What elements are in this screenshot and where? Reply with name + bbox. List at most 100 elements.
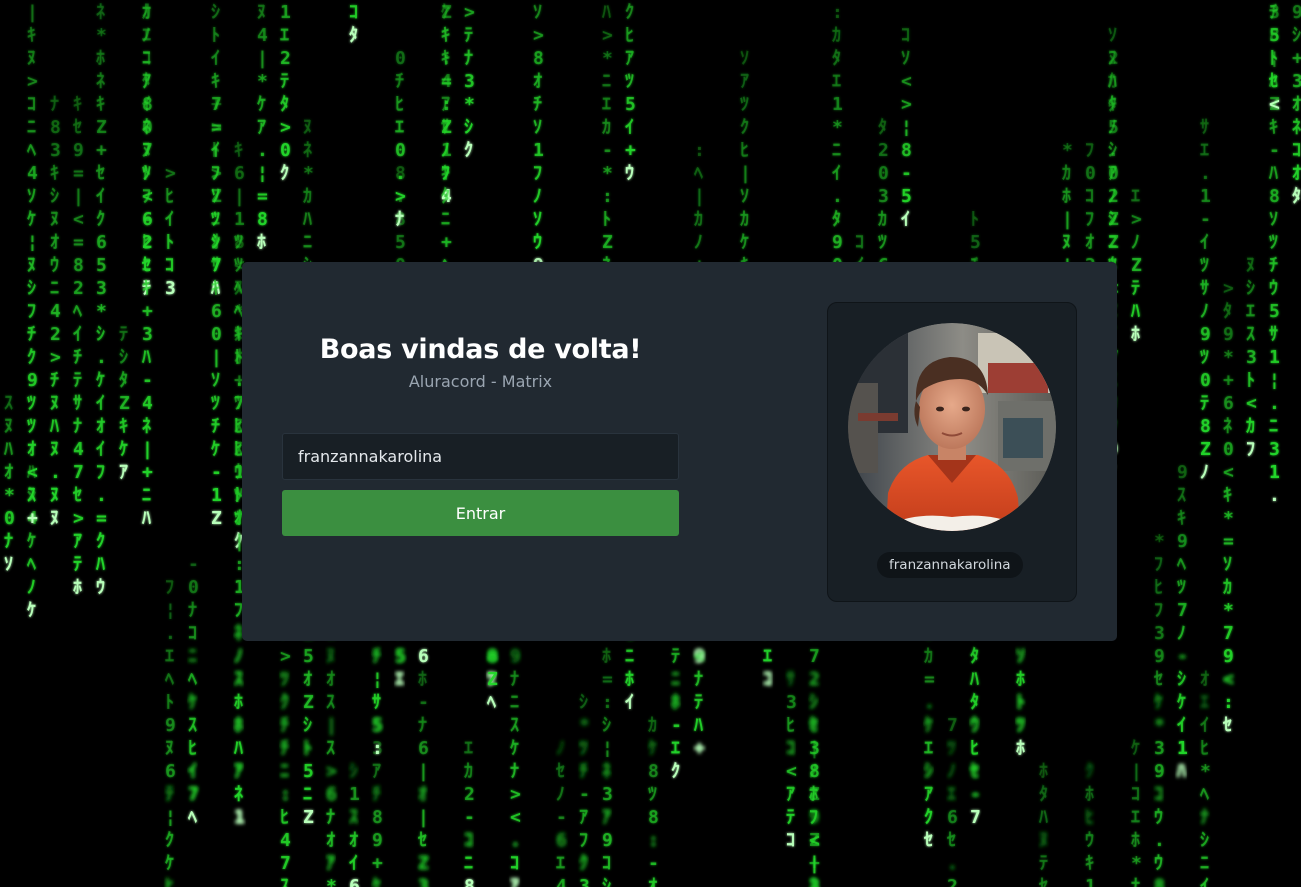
svg-text:ﾊ: ﾊ [95,554,105,575]
svg-text:ﾀ: ﾀ [832,48,841,69]
svg-text:7: 7 [73,462,84,483]
svg-text:ﾃ: ﾃ [165,784,174,805]
svg-text:ﾀ: ﾀ [1108,94,1117,115]
svg-text:ｺ: ｺ [786,830,795,851]
svg-text:ﾋ: ﾋ [165,186,174,207]
svg-text:ｳ: ｳ [625,163,634,184]
svg-text:ｵ: ｵ [1292,94,1301,115]
svg-text:1: 1 [211,485,222,506]
svg-text:-: - [142,370,153,391]
svg-text:3: 3 [1246,347,1257,368]
svg-text:8: 8 [648,807,659,828]
svg-text:ﾍ: ﾍ [486,692,496,713]
svg-text:ﾁ: ﾁ [73,347,82,368]
svg-text:ｻ: ｻ [786,669,795,690]
svg-text:0: 0 [1223,439,1234,460]
svg-text:ﾁ: ﾁ [280,715,289,736]
svg-text:ｸ: ｸ [464,140,473,161]
svg-text:ﾂ: ﾂ [1200,255,1209,276]
svg-text:*: * [1223,347,1234,368]
svg-text:ﾃ: ﾃ [119,324,128,345]
svg-text:ﾈ: ﾈ [96,71,105,92]
svg-text:7: 7 [947,715,958,736]
svg-text:ｲ: ｲ [901,209,910,230]
svg-text:8: 8 [372,807,383,828]
login-form: Boas vindas de volta! Aluracord - Matrix… [282,262,679,641]
svg-text:ﾊ: ﾊ [141,347,151,368]
svg-text:ﾈ: ﾈ [303,140,312,161]
svg-text:8: 8 [1269,186,1280,207]
svg-text:ﾀ: ﾀ [1223,301,1232,322]
svg-text:ﾆ: ﾆ [27,117,36,138]
svg-text:*: * [96,301,107,322]
svg-text:5: 5 [901,186,912,207]
enter-button[interactable]: Entrar [282,490,679,536]
svg-text:9: 9 [1200,324,1211,345]
svg-text:3: 3 [464,71,475,92]
svg-text:ｾ: ｾ [555,761,565,782]
svg-text:ｿ: ｿ [211,370,220,391]
svg-text:ﾄ: ﾄ [602,209,611,230]
svg-text:8: 8 [234,232,245,253]
svg-text:ｼ: ｼ [27,278,36,299]
svg-text:ﾀ: ﾀ [349,25,358,46]
svg-text:Z: Z [1200,439,1211,460]
svg-text:ﾂ: ﾂ [625,71,634,92]
svg-text:ｴ: ｴ [1200,692,1209,713]
svg-text:ｿ: ｿ [1016,646,1025,667]
svg-text:Z: Z [96,117,107,138]
svg-text:ﾌ: ﾌ [1246,439,1255,460]
svg-text:ｲ: ｲ [188,761,197,782]
svg-text:ｷ: ｷ [27,25,36,46]
svg-text:ｱ: ｱ [73,531,82,552]
svg-text:.: . [96,485,107,506]
svg-text:*: * [1131,853,1142,874]
svg-text:ｻ: ｻ [1200,117,1209,138]
svg-text:ｺ: ｺ [1131,784,1140,805]
svg-text:ｺ: ｺ [602,853,611,874]
svg-text:ﾂ: ﾂ [1016,715,1025,736]
svg-text:ｺ: ｺ [786,738,795,759]
svg-text:ﾎ: ﾎ [625,669,634,690]
svg-text:-: - [648,853,659,874]
username-input[interactable] [282,433,679,480]
svg-text:ｱ: ｱ [119,462,128,483]
svg-text:ﾋ: ﾋ [786,715,795,736]
svg-text:ﾊ: ﾊ [49,416,59,437]
svg-text:-: - [556,807,567,828]
svg-text:ｺ: ｺ [1085,186,1094,207]
svg-text:ﾁ: ﾁ [395,71,404,92]
svg-text:5: 5 [1269,25,1280,46]
svg-text:ｸ: ｸ [280,692,289,713]
svg-text:ｾ: ｾ [417,830,427,851]
svg-text:ﾋ: ﾋ [1085,807,1094,828]
svg-text:ｱ: ｱ [602,807,611,828]
svg-text:ｵ: ｵ [303,669,312,690]
svg-text:ﾉ: ﾉ [1177,623,1186,644]
svg-text:<: < [1223,669,1234,690]
svg-text:ﾍ: ﾍ [26,554,36,575]
svg-text:ﾌ: ﾌ [1085,140,1094,161]
svg-text:5: 5 [625,94,636,115]
svg-text:ﾆ: ﾆ [1200,853,1209,874]
svg-text:.: . [395,163,406,184]
svg-text:ｼ: ｼ [1108,209,1117,230]
svg-text:ｺ: ｺ [855,232,864,253]
svg-text:ｱ: ｱ [257,117,266,138]
svg-text:ｵ: ｵ [326,830,335,851]
svg-text:7: 7 [1223,623,1234,644]
svg-text:6: 6 [556,830,567,851]
svg-text:ｵ: ｵ [142,2,151,23]
svg-text:ﾆ: ﾆ [50,278,59,299]
svg-text:*: * [1200,761,1211,782]
svg-text:ｸ: ｸ [671,761,680,782]
profile-username-tag: franzannakarolina [877,552,1023,578]
svg-text:ﾀ: ﾀ [1292,186,1301,207]
svg-text:ｼ: ｼ [303,715,312,736]
svg-text:ﾉ: ﾉ [1131,232,1140,253]
svg-text:Z: Z [487,669,498,690]
svg-text:ﾆ: ﾆ [142,485,151,506]
svg-text:ｼ: ｼ [1108,140,1117,161]
svg-text:ｴ: ｴ [395,117,404,138]
svg-text:ﾂ: ﾂ [579,738,588,759]
